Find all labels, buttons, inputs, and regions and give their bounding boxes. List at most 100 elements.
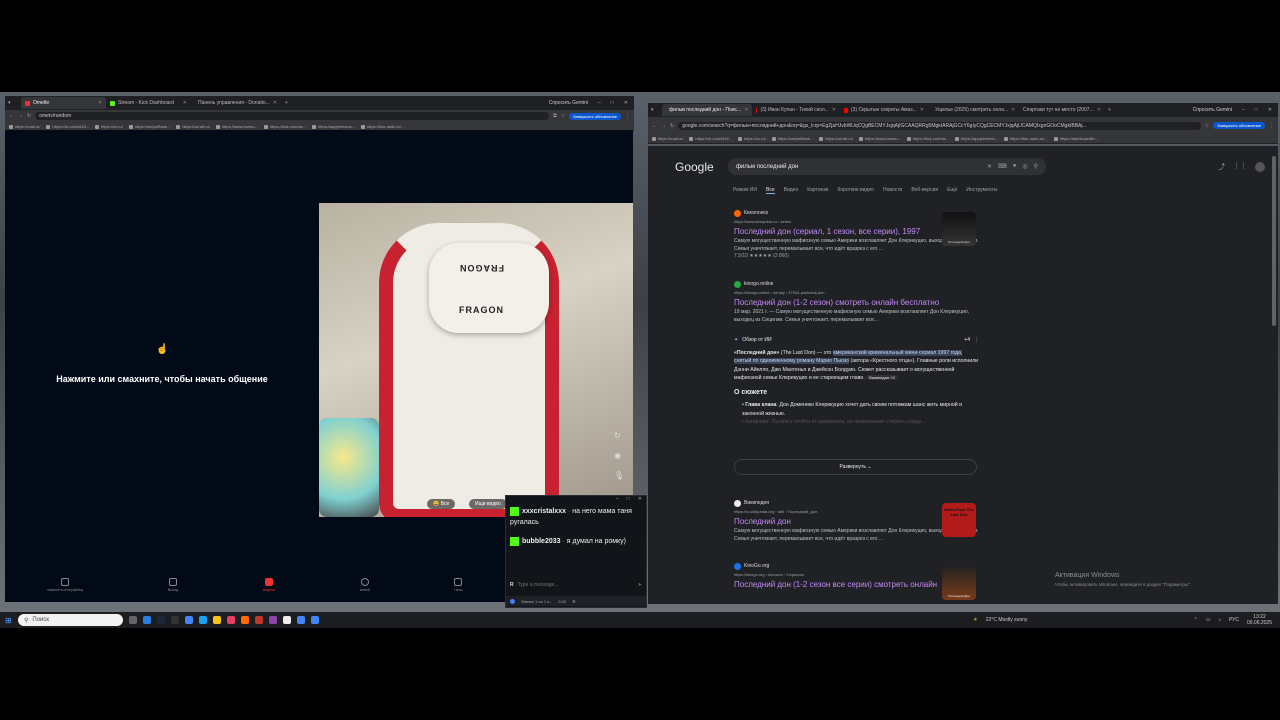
nav-exit[interactable]: Выход xyxy=(168,578,178,602)
send-icon[interactable]: ➤ xyxy=(638,582,642,588)
tab-video[interactable]: Видео xyxy=(784,187,799,194)
google-logo[interactable]: Google xyxy=(675,160,714,174)
tab-tools[interactable]: Инструменты xyxy=(966,187,997,194)
search-input[interactable]: фильм последний дон ✕ ⌨ ● ◎ ⚲ xyxy=(728,158,1046,175)
forward-icon[interactable]: → xyxy=(661,123,666,129)
taskbar-search[interactable]: ⚲ Поиск xyxy=(18,614,123,626)
result-thumbnail[interactable]: Последний Дон xyxy=(942,212,976,246)
mic-icon[interactable]: 🎙 xyxy=(614,471,624,480)
new-tab-icon[interactable]: + xyxy=(285,100,288,106)
filter-chip-search[interactable]: Ищи видео xyxy=(469,499,507,509)
close-icon[interactable]: ✕ xyxy=(273,100,277,106)
bookmark-item[interactable]: https://seriyaRank... xyxy=(128,124,170,129)
maximize-icon[interactable]: □ xyxy=(1255,107,1258,113)
bookmark-item[interactable]: https://fine-radio.ru/... xyxy=(1003,136,1048,141)
app-icon[interactable] xyxy=(255,616,263,624)
tab-donation[interactable]: Панель управления - Donatio... ✕ xyxy=(191,97,281,109)
tray-chevron-icon[interactable]: ⌃ xyxy=(1194,617,1198,623)
close-icon[interactable]: ✕ xyxy=(832,107,836,113)
telegram-icon[interactable] xyxy=(199,616,207,624)
search-icon[interactable]: ⚲ xyxy=(1034,163,1038,170)
bookmark-item[interactable]: https://vk.com/id18... xyxy=(689,136,732,141)
bookmark-item[interactable]: https://ocraft.ru/ xyxy=(176,124,210,129)
bookmark-item[interactable]: https://roall.ru/ xyxy=(9,124,40,129)
settings-icon[interactable]: ⚙ xyxy=(572,599,576,604)
lens-icon[interactable]: ◎ xyxy=(1022,163,1027,170)
rotate-camera-icon[interactable]: ↻ xyxy=(614,431,621,440)
forward-icon[interactable]: → xyxy=(18,113,23,119)
scrollbar[interactable] xyxy=(1272,156,1276,326)
close-window-icon[interactable]: ✕ xyxy=(624,100,628,106)
maximize-icon[interactable]: □ xyxy=(611,100,614,106)
bookmark-item[interactable]: https://www.tomsu... xyxy=(858,136,901,141)
new-tab-icon[interactable]: + xyxy=(1108,107,1111,113)
explorer-icon[interactable] xyxy=(213,616,221,624)
chrome-icon[interactable] xyxy=(297,616,305,624)
close-icon[interactable]: ✕ xyxy=(744,107,748,113)
tab-shorts[interactable]: Короткие видео xyxy=(837,187,874,194)
clock[interactable]: 13:22 09.06.2025 xyxy=(1247,614,1272,626)
close-icon[interactable]: ✕ xyxy=(638,496,642,504)
minimize-icon[interactable]: – xyxy=(616,496,619,504)
close-icon[interactable]: ✕ xyxy=(183,100,187,106)
network-icon[interactable]: ▭ xyxy=(1206,617,1211,623)
reload-icon[interactable]: ↻ xyxy=(27,113,31,119)
update-button[interactable]: Завершить обновление xyxy=(1213,122,1265,129)
result-thumbnail[interactable]: Последний Дон xyxy=(942,566,976,600)
nav-interface[interactable]: изменить интерфейсу xyxy=(47,578,83,602)
tab-list-icon[interactable]: ▾ xyxy=(5,100,21,106)
tab-news[interactable]: Новости xyxy=(883,187,902,194)
discord-icon[interactable] xyxy=(269,616,277,624)
language-indicator[interactable]: РУС xyxy=(1229,617,1239,623)
close-icon[interactable]: ✕ xyxy=(920,107,924,113)
more-options-icon[interactable]: ⋮ xyxy=(974,336,979,345)
extensions-icon[interactable]: ⧉ xyxy=(553,113,557,119)
nav-chats[interactable]: Чаты xyxy=(454,578,463,602)
task-view-icon[interactable] xyxy=(129,616,137,624)
bookmark-star-icon[interactable]: ☆ xyxy=(561,113,565,119)
mask-icon[interactable]: ◉ xyxy=(614,451,621,460)
filter-chip-all[interactable]: 😀 Все xyxy=(427,499,456,509)
tab-film-2[interactable]: Спартаки тут не место (2007... ✕ xyxy=(1016,104,1104,116)
maximize-icon[interactable]: □ xyxy=(627,496,630,504)
steam-icon[interactable] xyxy=(157,616,165,624)
result-title-link[interactable]: Последний дон (1-2 сезон) смотреть онлай… xyxy=(734,297,979,308)
bookmark-star-icon[interactable]: ☆ xyxy=(1205,123,1209,129)
tab-youtube-1[interactable]: (3) Иван Купан - Тихий скол... ✕ xyxy=(752,104,840,116)
bookmark-item[interactable]: https://vk.com/id18... xyxy=(46,124,89,129)
chrome-icon[interactable] xyxy=(185,616,193,624)
app-icon[interactable] xyxy=(241,616,249,624)
back-icon[interactable]: ← xyxy=(9,113,14,119)
bookmark-item[interactable]: https://roall.ru/ xyxy=(652,136,683,141)
bookmark-item[interactable]: https://appjeenstva... xyxy=(312,124,355,129)
tab-more[interactable]: Ещё xyxy=(947,187,957,194)
edge-icon[interactable] xyxy=(143,616,151,624)
avatar[interactable] xyxy=(1255,162,1265,172)
apps-grid-icon[interactable]: ⋮⋮ xyxy=(1233,162,1247,172)
weather-icon[interactable]: ☀ xyxy=(973,617,977,623)
minimize-icon[interactable]: – xyxy=(598,100,601,106)
expand-button[interactable]: Развернуть ⌄ xyxy=(734,459,977,475)
tab-kick-dashboard[interactable]: Stream - Kick Dashboard ✕ xyxy=(106,97,191,109)
close-icon[interactable]: ✕ xyxy=(1011,107,1015,113)
obs-icon[interactable] xyxy=(283,616,291,624)
update-button[interactable]: Завершить обновление xyxy=(569,112,621,120)
bookmark-item[interactable]: https://vz.ru/ xyxy=(95,124,123,129)
tiktok-icon[interactable] xyxy=(227,616,235,624)
nav-models[interactable]: модели xyxy=(263,578,275,602)
share-icon[interactable]: ⤴ xyxy=(1218,162,1225,172)
bookmark-item[interactable]: https://dashboardlin... xyxy=(1053,136,1098,141)
bookmark-item[interactable]: https://kick.com/as... xyxy=(906,136,949,141)
clear-icon[interactable]: ✕ xyxy=(987,163,992,170)
keyboard-icon[interactable]: ⌨ xyxy=(998,163,1007,170)
tab-images[interactable]: Картинки xyxy=(807,187,828,194)
app-icon[interactable] xyxy=(171,616,179,624)
result-thumbnail[interactable]: Mario Puzo The Last Don xyxy=(942,503,976,537)
mic-icon[interactable]: ● xyxy=(1013,163,1017,170)
bookmark-item[interactable]: https://seriyaRank... xyxy=(771,136,813,141)
reload-icon[interactable]: ↻ xyxy=(670,123,674,129)
bookmark-item[interactable]: https://fine-radio.ru/... xyxy=(360,124,405,129)
chat-input[interactable]: R Type a message... ➤ xyxy=(510,580,642,589)
volume-icon[interactable]: ♪ xyxy=(1218,617,1221,623)
gemini-button[interactable]: Спросить Gemini xyxy=(549,100,588,106)
